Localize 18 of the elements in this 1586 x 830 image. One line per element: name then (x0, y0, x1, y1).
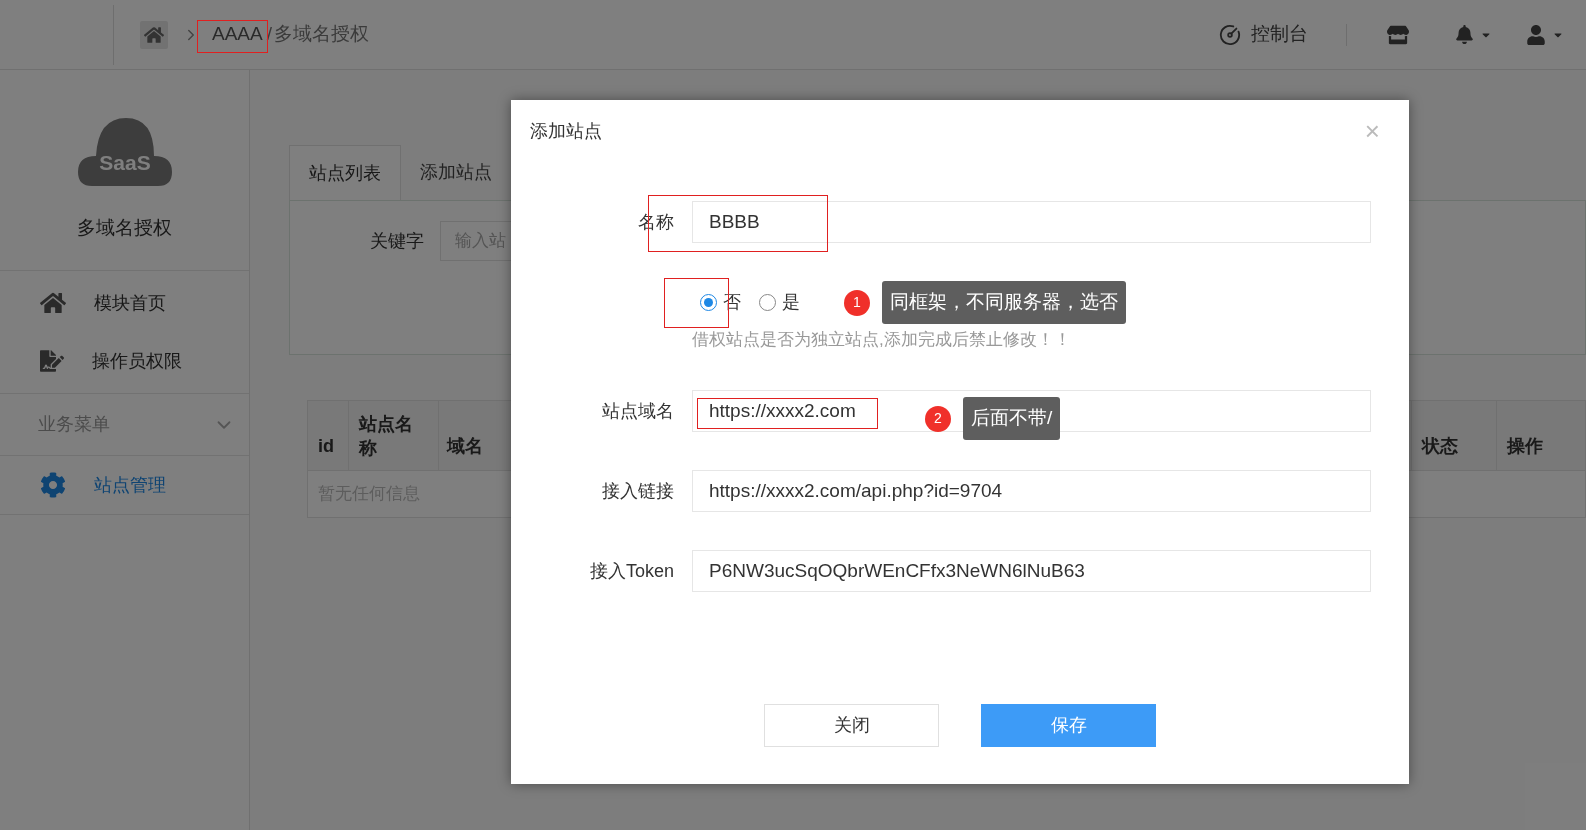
field-label: 接入链接 (601, 479, 674, 503)
column-header: 操作 (1506, 435, 1544, 458)
field-label: 接入Token (588, 559, 674, 583)
number-marker: 1 (844, 289, 870, 316)
field-label: 站点域名 (601, 399, 674, 423)
module-title: 多域名授权 (77, 216, 172, 240)
hint-text: 借权站点是否为独立站点,添加完成后禁止修改！！ (692, 329, 1071, 352)
callout-tooltip: 后面不带/ (963, 397, 1061, 440)
number-marker: 2 (925, 405, 951, 432)
dialog-title: 添加站点 (530, 119, 603, 143)
callout-tooltip: 同框架，不同服务器，选否 (882, 281, 1126, 324)
column-header: id (308, 401, 349, 470)
search-label: 关键字 (370, 229, 424, 253)
column-header: 站点名称 (349, 401, 439, 470)
logo-text: SaaS (98, 151, 151, 174)
column-header: 状态 (1411, 401, 1497, 470)
breadcrumb-current: 多域名授权 (274, 22, 369, 47)
column-header: 域名 (447, 435, 483, 458)
